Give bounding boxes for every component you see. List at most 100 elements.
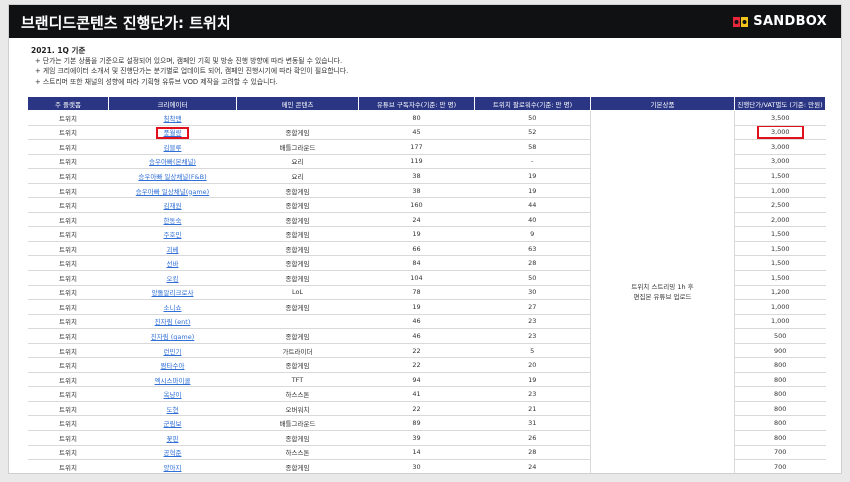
cell-creator-link[interactable]: 앙돌알리크로사 [108,285,237,301]
header-platform: 주 플랫폼 [27,96,109,111]
header-basic-product: 기본상품 [590,96,735,111]
cell-creator-link[interactable]: 양아지 [108,459,237,473]
cell-content [236,110,359,126]
cell-content: 종합게임 [236,459,359,473]
cell-creator-link[interactable]: 옥냥이 [108,386,237,402]
cell-youtube-subs: 46 [358,328,475,344]
cell-price: 2,500 [734,197,826,213]
cell-platform: 트위치 [27,212,109,228]
cell-content: 배틀그라운드 [236,415,359,432]
cell-twitch-followers: 28 [474,445,591,461]
cell-price: 3,000 [734,125,826,141]
cell-youtube-subs: 177 [358,139,475,155]
cell-youtube-subs: 39 [358,430,475,446]
cell-creator-link[interactable]: 김블루 [108,139,237,155]
cell-creator-link[interactable]: 오킹 [108,270,237,286]
cell-creator-link[interactable]: 군림보 [108,415,237,432]
cell-youtube-subs: 19 [358,226,475,242]
cell-price: 900 [734,343,826,359]
cell-creator-link[interactable]: 주호민 [108,226,237,242]
cell-creator-link[interactable]: 도현 [108,401,237,417]
basic-product-line: 편집본 유튜브 업로드 [633,293,692,302]
cell-creator-link[interactable]: 엑시스마이콜 [108,372,237,388]
header-bar: 브랜디드콘텐츠 진행단가: 트위치 SANDBOX [9,5,841,38]
cell-platform: 트위치 [27,430,109,446]
cell-platform: 트위치 [27,197,109,213]
cell-twitch-followers: 50 [474,270,591,286]
cell-price: 1,500 [734,241,826,257]
cell-creator-link[interactable]: 괴베 [108,241,237,257]
cell-twitch-followers: 21 [474,401,591,417]
cell-youtube-subs: 78 [358,285,475,301]
cell-basic-product: 트위치 스트리밍 1h 후 편집본 유튜브 업로드 [590,110,735,473]
page-title: 브랜디드콘텐츠 진행단가: 트위치 [21,14,231,32]
cell-creator-link[interactable]: 승우아빠 일상채널(F&B) [108,168,237,184]
cell-platform: 트위치 [27,445,109,461]
cell-creator-link[interactable]: 진자림 (ent) [108,314,237,330]
note-item: + 게임 크리에이터 소개서 및 진행단가는 분기별로 업데이트 되어, 캠페인… [35,67,349,76]
period-label: 2021. 1Q 기준 [31,46,86,55]
cell-price: 1,500 [734,168,826,184]
cell-content: 요리 [236,168,359,184]
cell-content: 종합게임 [236,255,359,272]
cell-content: 종합게임 [236,212,359,228]
cell-youtube-subs: 22 [358,343,475,359]
cell-twitch-followers: 19 [474,168,591,184]
header-content: 메인 콘텐츠 [236,96,359,111]
cell-youtube-subs: 30 [358,459,475,473]
cell-platform: 트위치 [27,401,109,417]
cell-creator-link[interactable]: 런민기 [108,343,237,359]
cell-creator-link[interactable]: 승우아빠 일상채널(game) [108,183,237,199]
cell-creator-link[interactable]: 짬타수아 [108,357,237,373]
cell-youtube-subs: 66 [358,241,475,257]
cell-creator-link[interactable]: 소니쇼 [108,299,237,315]
cell-twitch-followers: 44 [474,197,591,213]
cell-price: 800 [734,357,826,373]
cell-platform: 트위치 [27,415,109,432]
cell-youtube-subs: 38 [358,168,475,184]
cell-creator-link[interactable]: 공혁준 [108,445,237,461]
cell-creator-link[interactable]: 진자림 (game) [108,328,237,344]
cell-twitch-followers: 9 [474,226,591,242]
cell-platform: 트위치 [27,386,109,402]
cell-price: 800 [734,401,826,417]
cell-creator-link[interactable]: 한동숙 [108,212,237,228]
cell-creator-link[interactable]: 선바 [108,255,237,272]
cell-platform: 트위치 [27,125,109,141]
cell-price: 1,500 [734,226,826,242]
cell-content: 종합게임 [236,226,359,242]
cell-content: 종합게임 [236,299,359,315]
cell-content: TFT [236,372,359,388]
cell-youtube-subs: 89 [358,415,475,432]
cell-twitch-followers: 30 [474,285,591,301]
cell-platform: 트위치 [27,226,109,242]
cell-content: 종합게임 [236,357,359,373]
cell-platform: 트위치 [27,299,109,315]
cell-platform: 트위치 [27,343,109,359]
cell-platform: 트위치 [27,357,109,373]
cell-price-highlight: 3,000 [756,125,804,139]
cell-twitch-followers: 23 [474,314,591,330]
cell-content: LoL [236,285,359,301]
cell-twitch-followers: 58 [474,139,591,155]
cell-price: 3,000 [734,154,826,170]
cell-platform: 트위치 [27,255,109,272]
cell-price: 1,000 [734,183,826,199]
header-youtube-subs: 유튜브 구독자수(기준: 만 명) [358,96,475,111]
cell-creator-link[interactable]: 김재원 [108,197,237,213]
price-table: 주 플랫폼 크리에이터 메인 콘텐츠 유튜브 구독자수(기준: 만 명) 트위치… [27,96,826,473]
cell-youtube-subs: 14 [358,445,475,461]
cell-content: 종합게임 [236,125,359,141]
cell-price: 3,500 [734,110,826,126]
notes-list: + 단가는 기본 상품을 기준으로 설정되어 있으며, 캠페인 기획 및 방송 … [35,56,348,87]
cell-youtube-subs: 22 [358,357,475,373]
cell-content: 종합게임 [236,197,359,213]
cell-content: 종합게임 [236,183,359,199]
cell-content: 종합게임 [236,241,359,257]
cell-content: 종합게임 [236,270,359,286]
cell-creator-link[interactable]: 풍월량 [108,125,237,141]
cell-creator-link[interactable]: 꽃핀 [108,430,237,446]
cell-creator-link[interactable]: 승우아빠(본채널) [108,154,237,170]
cell-creator-link[interactable]: 침착맨 [108,110,237,126]
cell-price: 500 [734,328,826,344]
